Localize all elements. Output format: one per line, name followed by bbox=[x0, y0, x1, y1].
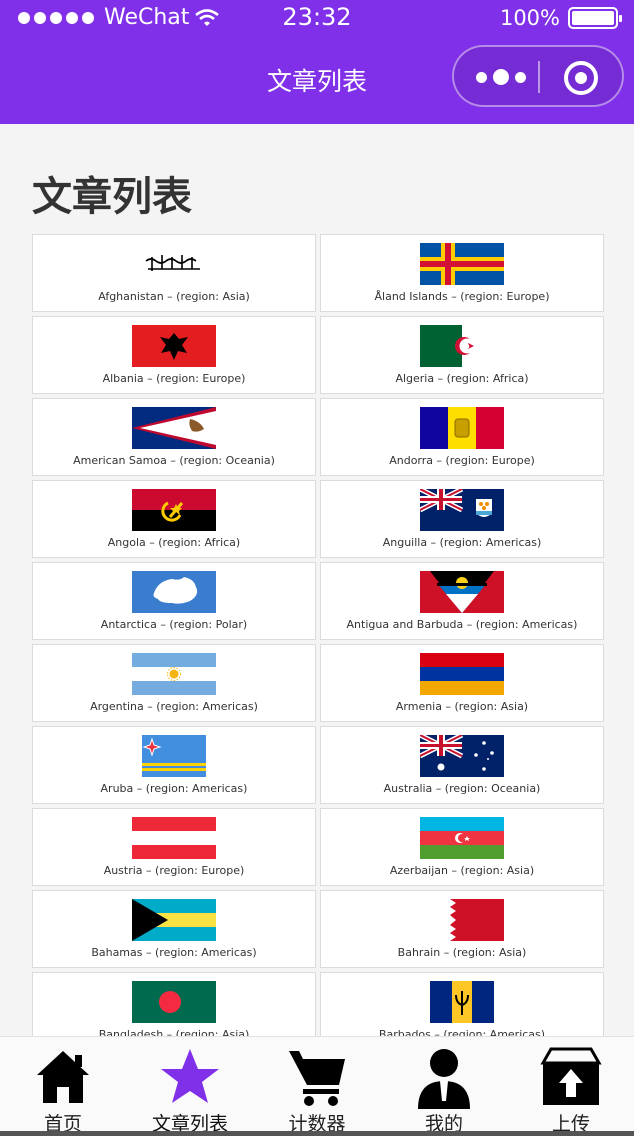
country-card[interactable]: Afghanistan – (region: Asia) bbox=[32, 234, 316, 312]
country-caption: Albania – (region: Europe) bbox=[102, 372, 246, 385]
country-caption: American Samoa – (region: Oceania) bbox=[73, 454, 275, 467]
algeria-flag bbox=[420, 325, 504, 367]
country-card[interactable]: Austria – (region: Europe) bbox=[32, 808, 316, 886]
bahamas-flag bbox=[132, 899, 216, 941]
american-samoa-flag bbox=[132, 407, 216, 449]
more-icon[interactable] bbox=[476, 63, 538, 91]
country-card[interactable]: Antigua and Barbuda – (region: Americas) bbox=[320, 562, 604, 640]
country-card[interactable]: Azerbaijan – (region: Asia) bbox=[320, 808, 604, 886]
close-miniprogram-icon[interactable] bbox=[564, 61, 598, 95]
country-card[interactable]: Antarctica – (region: Polar) bbox=[32, 562, 316, 640]
country-caption: Aruba – (region: Americas) bbox=[100, 782, 248, 795]
tab-home[interactable]: 首页 bbox=[0, 1037, 126, 1136]
bottom-edge bbox=[0, 1131, 634, 1136]
nav-header: WeChat 23:32 100% 文章列表 bbox=[0, 0, 634, 124]
anguilla-flag bbox=[420, 489, 504, 531]
bangladesh-flag bbox=[132, 981, 216, 1023]
country-grid: Afghanistan – (region: Asia) Åland Islan… bbox=[32, 234, 604, 1036]
bahrain-flag bbox=[440, 899, 504, 941]
country-caption: Andorra – (region: Europe) bbox=[389, 454, 535, 467]
user-icon bbox=[418, 1049, 470, 1109]
antarctica-flag bbox=[132, 571, 216, 613]
country-card[interactable]: Barbados – (region: Americas) bbox=[320, 972, 604, 1036]
battery-group: 100% bbox=[499, 6, 622, 30]
aland-flag bbox=[420, 243, 504, 285]
country-card[interactable]: Argentina – (region: Americas) bbox=[32, 644, 316, 722]
home-icon bbox=[37, 1051, 89, 1103]
tab-bar: 首页 文章列表 计数器 我的 上传 bbox=[0, 1036, 634, 1136]
capsule-divider bbox=[538, 61, 540, 93]
afghanistan-flag bbox=[132, 243, 216, 285]
country-card[interactable]: Bangladesh – (region: Asia) bbox=[32, 972, 316, 1036]
country-caption: Afghanistan – (region: Asia) bbox=[98, 290, 250, 303]
country-caption: Bahamas – (region: Americas) bbox=[91, 946, 257, 959]
aruba-flag bbox=[142, 735, 206, 777]
angola-flag bbox=[132, 489, 216, 531]
miniprogram-capsule bbox=[452, 45, 624, 107]
tab-articles[interactable]: 文章列表 bbox=[127, 1037, 253, 1136]
country-caption: Austria – (region: Europe) bbox=[103, 864, 245, 877]
country-caption: Antarctica – (region: Polar) bbox=[100, 618, 248, 631]
country-card[interactable]: Bahrain – (region: Asia) bbox=[320, 890, 604, 968]
tab-counter[interactable]: 计数器 bbox=[254, 1037, 380, 1136]
country-card[interactable]: Albania – (region: Europe) bbox=[32, 316, 316, 394]
country-card[interactable]: Algeria – (region: Africa) bbox=[320, 316, 604, 394]
upload-icon bbox=[540, 1047, 602, 1105]
country-caption: Angola – (region: Africa) bbox=[107, 536, 241, 549]
star-icon bbox=[161, 1049, 219, 1103]
country-caption: Bahrain – (region: Asia) bbox=[397, 946, 527, 959]
country-card[interactable]: Andorra – (region: Europe) bbox=[320, 398, 604, 476]
country-caption: Azerbaijan – (region: Asia) bbox=[389, 864, 535, 877]
article-list-page[interactable]: 文章列表 Afghanistan – (region: Asia) Åland … bbox=[0, 124, 634, 1036]
country-caption: Armenia – (region: Asia) bbox=[395, 700, 529, 713]
status-bar: WeChat 23:32 100% bbox=[0, 0, 634, 40]
cart-icon bbox=[289, 1051, 345, 1106]
australia-flag bbox=[420, 735, 504, 777]
country-card[interactable]: Anguilla – (region: Americas) bbox=[320, 480, 604, 558]
country-card[interactable]: Åland Islands – (region: Europe) bbox=[320, 234, 604, 312]
country-caption: Antigua and Barbuda – (region: Americas) bbox=[346, 618, 578, 631]
barbados-flag bbox=[430, 981, 494, 1023]
tab-mine[interactable]: 我的 bbox=[381, 1037, 507, 1136]
albania-flag bbox=[132, 325, 216, 367]
azerbaijan-flag bbox=[420, 817, 504, 859]
armenia-flag bbox=[420, 653, 504, 695]
battery-icon bbox=[568, 7, 622, 29]
country-caption: Barbados – (region: Americas) bbox=[378, 1028, 546, 1036]
battery-percent: 100% bbox=[499, 6, 560, 30]
country-caption: Algeria – (region: Africa) bbox=[395, 372, 529, 385]
country-card[interactable]: Aruba – (region: Americas) bbox=[32, 726, 316, 804]
country-card[interactable]: Australia – (region: Oceania) bbox=[320, 726, 604, 804]
country-caption: Åland Islands – (region: Europe) bbox=[374, 290, 550, 303]
country-card[interactable]: Armenia – (region: Asia) bbox=[320, 644, 604, 722]
country-card[interactable]: Angola – (region: Africa) bbox=[32, 480, 316, 558]
country-caption: Anguilla – (region: Americas) bbox=[382, 536, 542, 549]
country-card[interactable]: Bahamas – (region: Americas) bbox=[32, 890, 316, 968]
andorra-flag bbox=[420, 407, 504, 449]
tab-upload[interactable]: 上传 bbox=[508, 1037, 634, 1136]
page-title: 文章列表 bbox=[32, 174, 192, 220]
argentina-flag bbox=[132, 653, 216, 695]
country-card[interactable]: American Samoa – (region: Oceania) bbox=[32, 398, 316, 476]
country-caption: Bangladesh – (region: Asia) bbox=[98, 1028, 250, 1036]
country-caption: Australia – (region: Oceania) bbox=[383, 782, 541, 795]
austria-flag bbox=[132, 817, 216, 859]
antigua-barbuda-flag bbox=[420, 571, 504, 613]
country-caption: Argentina – (region: Americas) bbox=[90, 700, 258, 713]
